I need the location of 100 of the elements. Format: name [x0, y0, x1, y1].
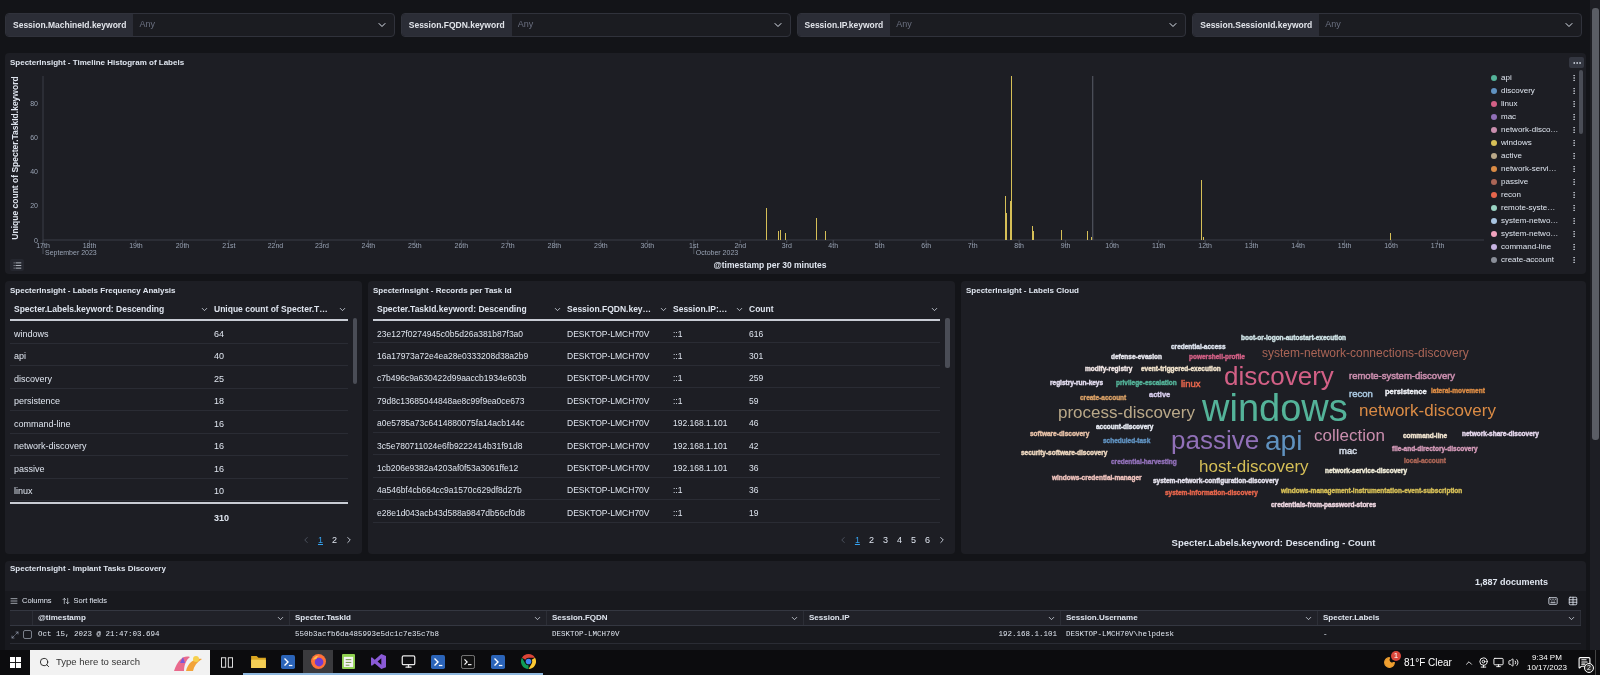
kebab-menu-icon[interactable]: [1570, 137, 1578, 148]
row-checkbox[interactable]: [23, 630, 32, 639]
column-header[interactable]: Specter.TaskId.keyword: Descending: [373, 299, 563, 319]
legend-toggle-button[interactable]: [10, 259, 24, 271]
kebab-menu-icon[interactable]: [1570, 98, 1578, 109]
filter-control[interactable]: Session.MachineId.keyword Any: [5, 13, 395, 37]
table-cell: 192.168.1.101: [673, 440, 728, 451]
page-link[interactable]: 2: [866, 535, 876, 545]
legend-item[interactable]: create-account: [1501, 255, 1566, 264]
legend-item[interactable]: system-netwo…: [1501, 216, 1566, 225]
speaker-icon[interactable]: [1507, 657, 1519, 668]
legend-item[interactable]: network-disco…: [1501, 125, 1566, 134]
kebab-menu-icon[interactable]: [1570, 150, 1578, 161]
kebab-menu-icon[interactable]: [1570, 241, 1578, 252]
panel-title: SpecterInsight - Labels Frequency Analysis: [10, 284, 176, 297]
filter-control[interactable]: Session.SessionId.keyword Any: [1192, 13, 1582, 37]
page-link[interactable]: 5: [908, 535, 918, 545]
legend-item[interactable]: remote-syste…: [1501, 203, 1566, 212]
scrollbar-thumb[interactable]: [1591, 8, 1599, 440]
legend-item[interactable]: mac: [1501, 112, 1566, 121]
table-cell: ::1: [673, 485, 683, 496]
infinity-icon: [370, 654, 386, 669]
table-cell: 36: [749, 485, 759, 496]
sort-icon: [61, 596, 70, 605]
kebab-menu-icon[interactable]: [1570, 176, 1578, 187]
grid-icon[interactable]: [1568, 595, 1578, 606]
legend-item[interactable]: system-netwo…: [1501, 229, 1566, 238]
filter-control[interactable]: Session.FQDN.keyword Any: [400, 13, 791, 37]
page-link[interactable]: 3: [880, 535, 890, 545]
search-field[interactable]: Type here to search: [30, 650, 210, 675]
kebab-menu-icon[interactable]: [1570, 189, 1578, 200]
column-header[interactable]: Session.Username: [1061, 611, 1318, 625]
table-cell: 19: [749, 507, 759, 518]
search-input[interactable]: Type here to search: [56, 655, 164, 670]
table-cell: 46: [749, 418, 759, 429]
legend-item[interactable]: api: [1501, 73, 1566, 82]
legend-item[interactable]: network-servi…: [1501, 164, 1566, 173]
next-page-icon[interactable]: [344, 535, 354, 545]
weather-button[interactable]: 1 81°F Clear: [1383, 650, 1462, 675]
scrollbar-thumb[interactable]: [353, 318, 357, 384]
filter-input[interactable]: Any: [133, 14, 376, 36]
cloud-word: remote-system-discovery: [1349, 371, 1456, 381]
column-header[interactable]: Specter.TaskId: [290, 611, 547, 625]
page-link[interactable]: 2: [330, 535, 339, 545]
webcam-icon[interactable]: [1477, 657, 1489, 668]
scrollbar-thumb[interactable]: [945, 318, 950, 368]
legend-item[interactable]: command-line: [1501, 242, 1566, 251]
task-view-icon: [221, 657, 233, 668]
table-cell: 4a546bf4cb664cc9a1570c629df8d27b: [377, 485, 522, 496]
kebab-menu-icon[interactable]: [1570, 228, 1578, 239]
page-link[interactable]: 1: [315, 535, 325, 545]
network-icon[interactable]: [1492, 657, 1504, 668]
column-header[interactable]: Count: [745, 299, 940, 319]
cloud-word: mac: [1339, 446, 1357, 456]
moon-icon: [1383, 656, 1397, 669]
legend-item[interactable]: linux: [1501, 99, 1566, 108]
page-link[interactable]: 1: [852, 535, 862, 545]
legend-item[interactable]: active: [1501, 151, 1566, 160]
clock-time: 9:34 PM: [1532, 652, 1562, 663]
kebab-menu-icon[interactable]: [1570, 202, 1578, 213]
table-cell: api: [14, 351, 26, 362]
notification-badge: 1: [1391, 651, 1402, 661]
filter-control[interactable]: Session.IP.keyword Any: [796, 13, 1187, 37]
kebab-menu-icon[interactable]: [1570, 111, 1578, 122]
kebab-menu-icon[interactable]: [1570, 215, 1578, 226]
column-header[interactable]: Specter.Labels: [1318, 611, 1581, 625]
filter-input[interactable]: Any: [1319, 14, 1563, 36]
table-cell: DESKTOP-LMCH70V: [567, 507, 650, 518]
expand-icon[interactable]: [11, 630, 19, 639]
kebab-menu-icon[interactable]: [1570, 254, 1578, 265]
console-icon: [461, 654, 475, 669]
next-page-icon[interactable]: [937, 535, 947, 545]
document-count: 1,887 documents: [1474, 576, 1548, 590]
column-header[interactable]: Specter.Labels.keyword: Descending: [10, 299, 210, 319]
table-cell: 301: [749, 351, 764, 362]
legend-item[interactable]: passive: [1501, 177, 1566, 186]
column-header[interactable]: Session.IP:…: [669, 299, 745, 319]
column-header[interactable]: Unique count of Specter.T…: [210, 299, 348, 319]
page-link[interactable]: 6: [923, 535, 932, 545]
keyboard-icon[interactable]: [1548, 595, 1558, 606]
clock[interactable]: 9:34 PM 10/17/2023: [1520, 650, 1573, 675]
table-cell: 259: [749, 373, 764, 384]
table-cell: 42: [749, 440, 759, 451]
kebab-menu-icon[interactable]: [1570, 72, 1578, 83]
column-header[interactable]: @timestamp: [33, 611, 290, 625]
page-link[interactable]: 4: [894, 535, 904, 545]
kebab-menu-icon[interactable]: [1570, 85, 1578, 96]
kebab-menu-icon[interactable]: [1570, 163, 1578, 174]
kebab-menu-icon[interactable]: [1570, 124, 1578, 135]
column-header[interactable]: Session.FQDN: [547, 611, 804, 625]
filter-input[interactable]: Any: [890, 14, 1168, 36]
options-button[interactable]: [1569, 57, 1584, 68]
filter-input[interactable]: Any: [511, 14, 772, 36]
legend-item[interactable]: discovery: [1501, 86, 1566, 95]
column-header[interactable]: Session.FQDN.key…: [563, 299, 669, 319]
scrollbar-thumb[interactable]: [1579, 70, 1583, 134]
legend-item[interactable]: windows: [1501, 138, 1566, 147]
filter-label: Session.IP.keyword: [797, 14, 891, 36]
legend-item[interactable]: recon: [1501, 190, 1566, 199]
column-header[interactable]: Session.IP: [804, 611, 1061, 625]
